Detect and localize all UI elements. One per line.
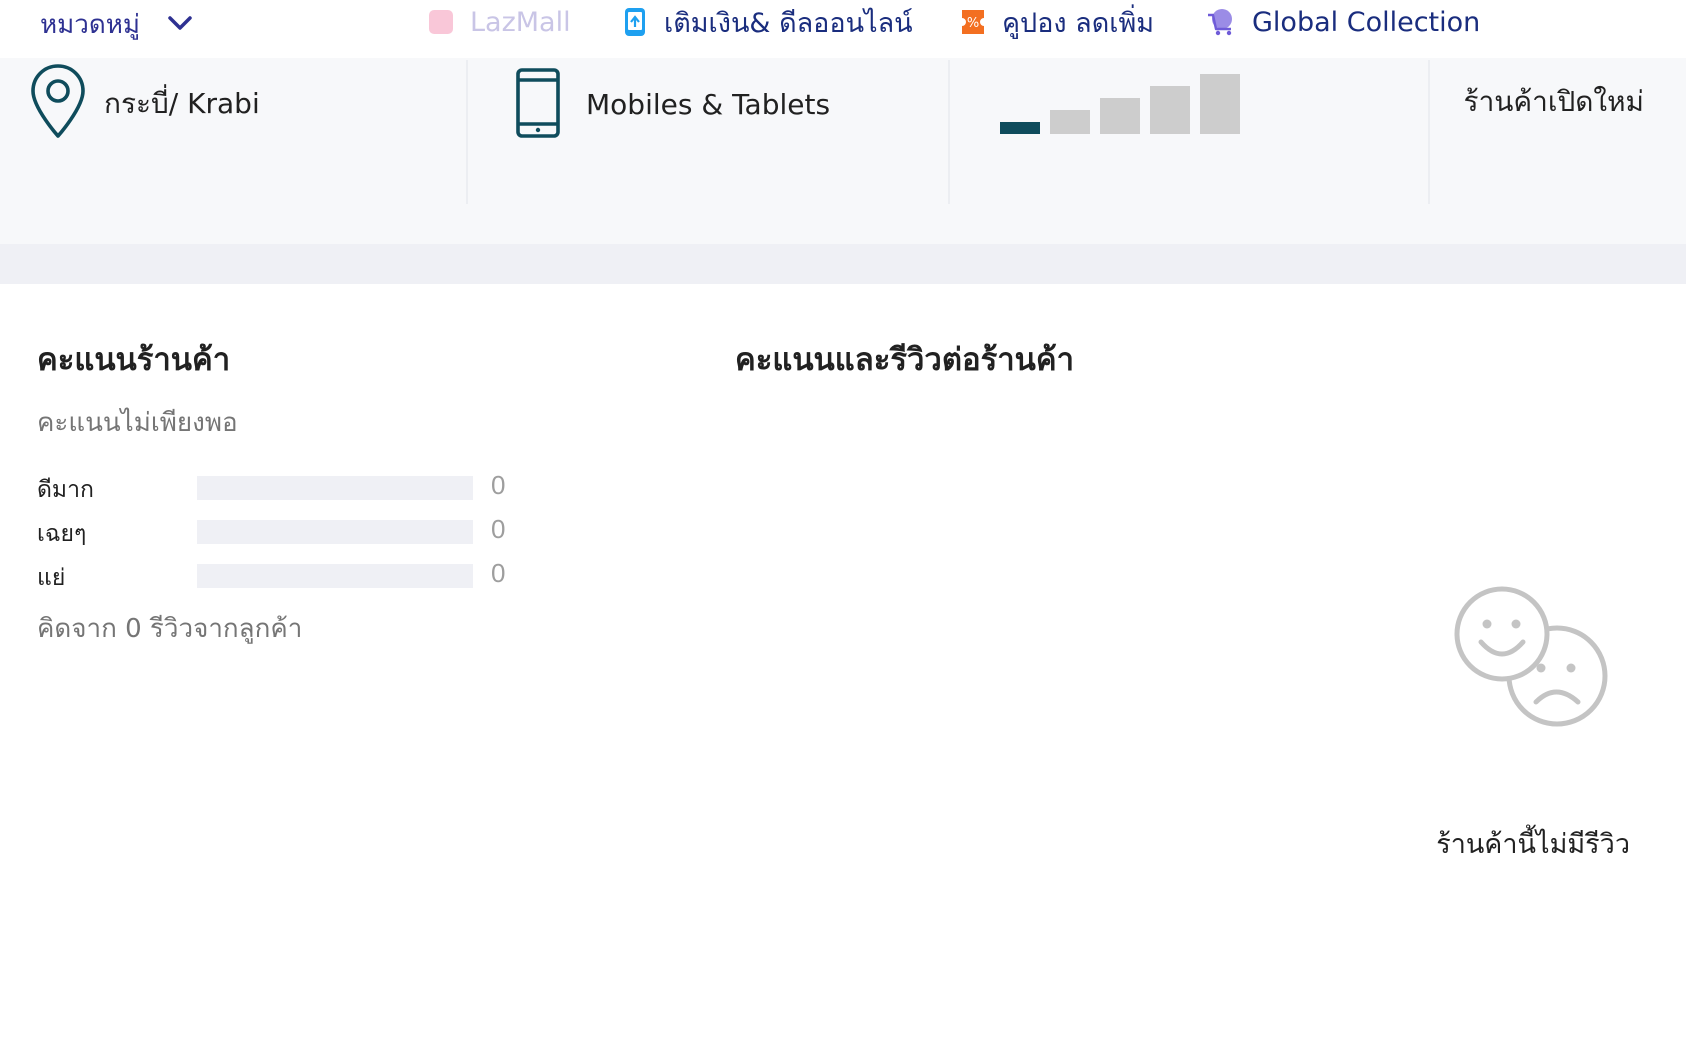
category-menu-label: หมวดหมู่ [40, 9, 141, 40]
seller-level [950, 58, 1428, 204]
store-info-strip: กระบี่/ Krabi Mobiles & Tablets ร้านค้าเ… [0, 58, 1686, 244]
divider [1428, 60, 1430, 204]
section-separator [0, 244, 1686, 284]
coupon-icon: % [962, 10, 984, 34]
rating-bar [197, 520, 473, 544]
rating-row-count: 0 [491, 558, 506, 588]
location-pin-icon [31, 64, 85, 138]
rating-row-label: แย่ [37, 565, 66, 591]
top-nav: หมวดหมู่ LazMall เติมเงิน& ดีลออนไลน์ % … [0, 0, 1686, 58]
store-rating-title: คะแนนร้านค้า [37, 342, 231, 378]
nav-link-global-collection[interactable]: Global Collection [1206, 2, 1480, 42]
signal-bar [1150, 86, 1190, 134]
lazmall-icon [429, 10, 453, 34]
mobile-phone-icon [516, 68, 560, 138]
signal-bar [1000, 122, 1040, 134]
rating-bar [197, 564, 473, 588]
svg-text:%: % [967, 16, 979, 31]
reviews-title: คะแนนและรีวิวต่อร้านค้า [735, 342, 1074, 378]
store-category: Mobiles & Tablets [468, 58, 948, 204]
new-store-badge: ร้านค้าเปิดใหม่ [1463, 85, 1644, 118]
nav-link-label: เติมเงิน& ดีลออนไลน์ [664, 7, 913, 39]
rating-row-count: 0 [491, 470, 506, 500]
rating-row-count: 0 [491, 514, 506, 544]
location-text: กระบี่/ Krabi [104, 87, 260, 120]
category-menu[interactable]: หมวดหมู่ [40, 4, 194, 44]
global-cart-icon [1208, 9, 1232, 36]
rating-row-neutral: เฉยๆ 0 [37, 512, 517, 547]
nav-link-label: LazMall [470, 6, 571, 38]
chevron-down-icon [168, 16, 192, 30]
nav-link-coupon[interactable]: % คูปอง ลดเพิ่ม [960, 2, 1154, 42]
rating-row-label: ดีมาก [37, 477, 94, 503]
signal-bars-icon [1000, 72, 1250, 134]
nav-link-label: คูปอง ลดเพิ่ม [1002, 7, 1155, 39]
rating-row-very-good: ดีมาก 0 [37, 468, 517, 503]
topup-phone-icon [625, 8, 645, 36]
rating-row-label: เฉยๆ [37, 521, 87, 547]
rating-status: คะแนนไม่เพียงพอ [37, 408, 238, 438]
store-location: กระบี่/ Krabi [0, 58, 466, 204]
nav-link-lazmall[interactable]: LazMall [428, 2, 571, 42]
rating-row-bad: แย่ 0 [37, 556, 517, 591]
rating-bar [197, 476, 473, 500]
category-text: Mobiles & Tablets [586, 88, 831, 121]
happy-sad-faces-icon [1454, 586, 1608, 727]
signal-bar [1200, 74, 1240, 134]
nav-link-topup[interactable]: เติมเงิน& ดีลออนไลน์ [622, 2, 913, 42]
no-reviews-text: ร้านค้านี้ไม่มีรีวิว [1436, 829, 1630, 860]
signal-bar [1050, 110, 1090, 134]
rating-basis: คิดจาก 0 รีวิวจากลูกค้า [37, 614, 303, 644]
signal-bar [1100, 98, 1140, 134]
nav-link-label: Global Collection [1252, 6, 1481, 38]
